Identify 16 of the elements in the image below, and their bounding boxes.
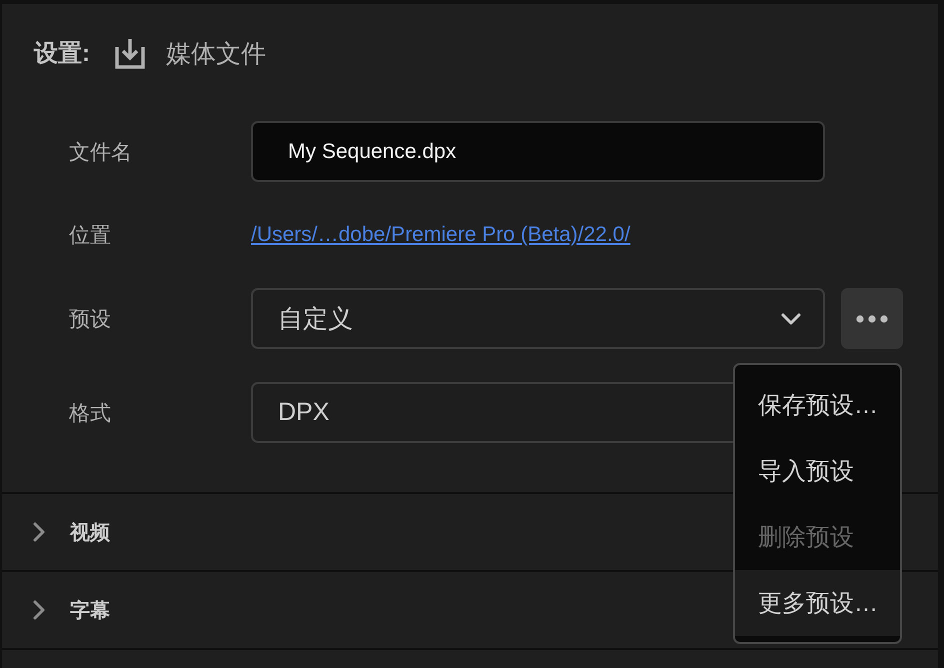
location-link[interactable]: /Users/…dobe/Premiere Pro (Beta)/22.0/ (251, 223, 630, 247)
more-dots-icon (856, 314, 888, 322)
field-label: 预设 (69, 306, 112, 332)
section-title: 视频 (70, 520, 110, 546)
field-label: 格式 (69, 400, 112, 426)
filename-input[interactable]: My Sequence.dpx (251, 121, 825, 182)
section-title: 字幕 (70, 598, 110, 624)
field-label: 位置 (69, 223, 112, 249)
preset-dropdown[interactable]: 自定义 (251, 288, 825, 349)
menu-item[interactable]: 更多预设… (735, 570, 900, 636)
export-target-title: 媒体文件 (166, 38, 266, 70)
settings-label: 设置: (34, 39, 90, 69)
download-icon (114, 37, 146, 69)
chevron-down-icon (781, 312, 801, 324)
more-options-button[interactable] (841, 288, 903, 349)
field-label: 文件名 (69, 140, 133, 166)
